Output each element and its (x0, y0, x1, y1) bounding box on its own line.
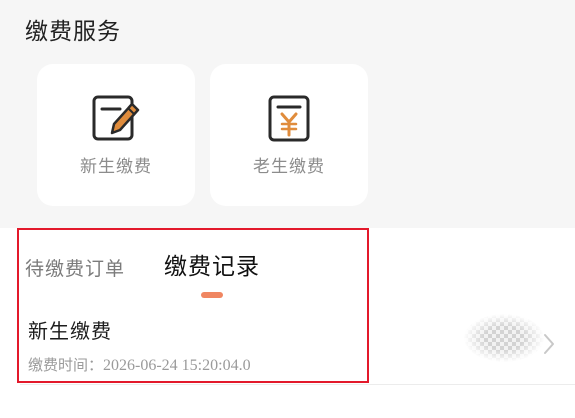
service-section: 缴费服务 新生缴费 老生缴费 (0, 0, 575, 228)
orders-section: 待缴费订单 缴费记录 新生缴费 缴费时间：2026-06-24 15:20:04… (0, 228, 575, 418)
tab-payment-records[interactable]: 缴费记录 (164, 251, 260, 283)
record-time: 缴费时间：2026-06-24 15:20:04.0 (28, 354, 251, 377)
record-time-value: 2026-06-24 15:20:04.0 (103, 357, 251, 374)
edit-document-icon (92, 95, 140, 141)
tab-pending-orders[interactable]: 待缴费订单 (25, 253, 125, 285)
record-time-label: 缴费时间： (28, 356, 104, 374)
section-title: 缴费服务 (25, 19, 121, 45)
active-tab-indicator (201, 292, 223, 298)
yuan-document-icon (268, 95, 310, 142)
divider (20, 384, 575, 385)
record-title: 新生缴费 (28, 319, 112, 343)
card-label-new-student: 新生缴费 (80, 157, 152, 177)
card-label-old-student: 老生缴费 (253, 157, 325, 177)
new-student-payment-card[interactable]: 新生缴费 (37, 64, 195, 206)
blurred-thumbnail (464, 314, 544, 362)
old-student-payment-card[interactable]: 老生缴费 (210, 64, 368, 206)
chevron-right-icon[interactable] (543, 332, 555, 356)
